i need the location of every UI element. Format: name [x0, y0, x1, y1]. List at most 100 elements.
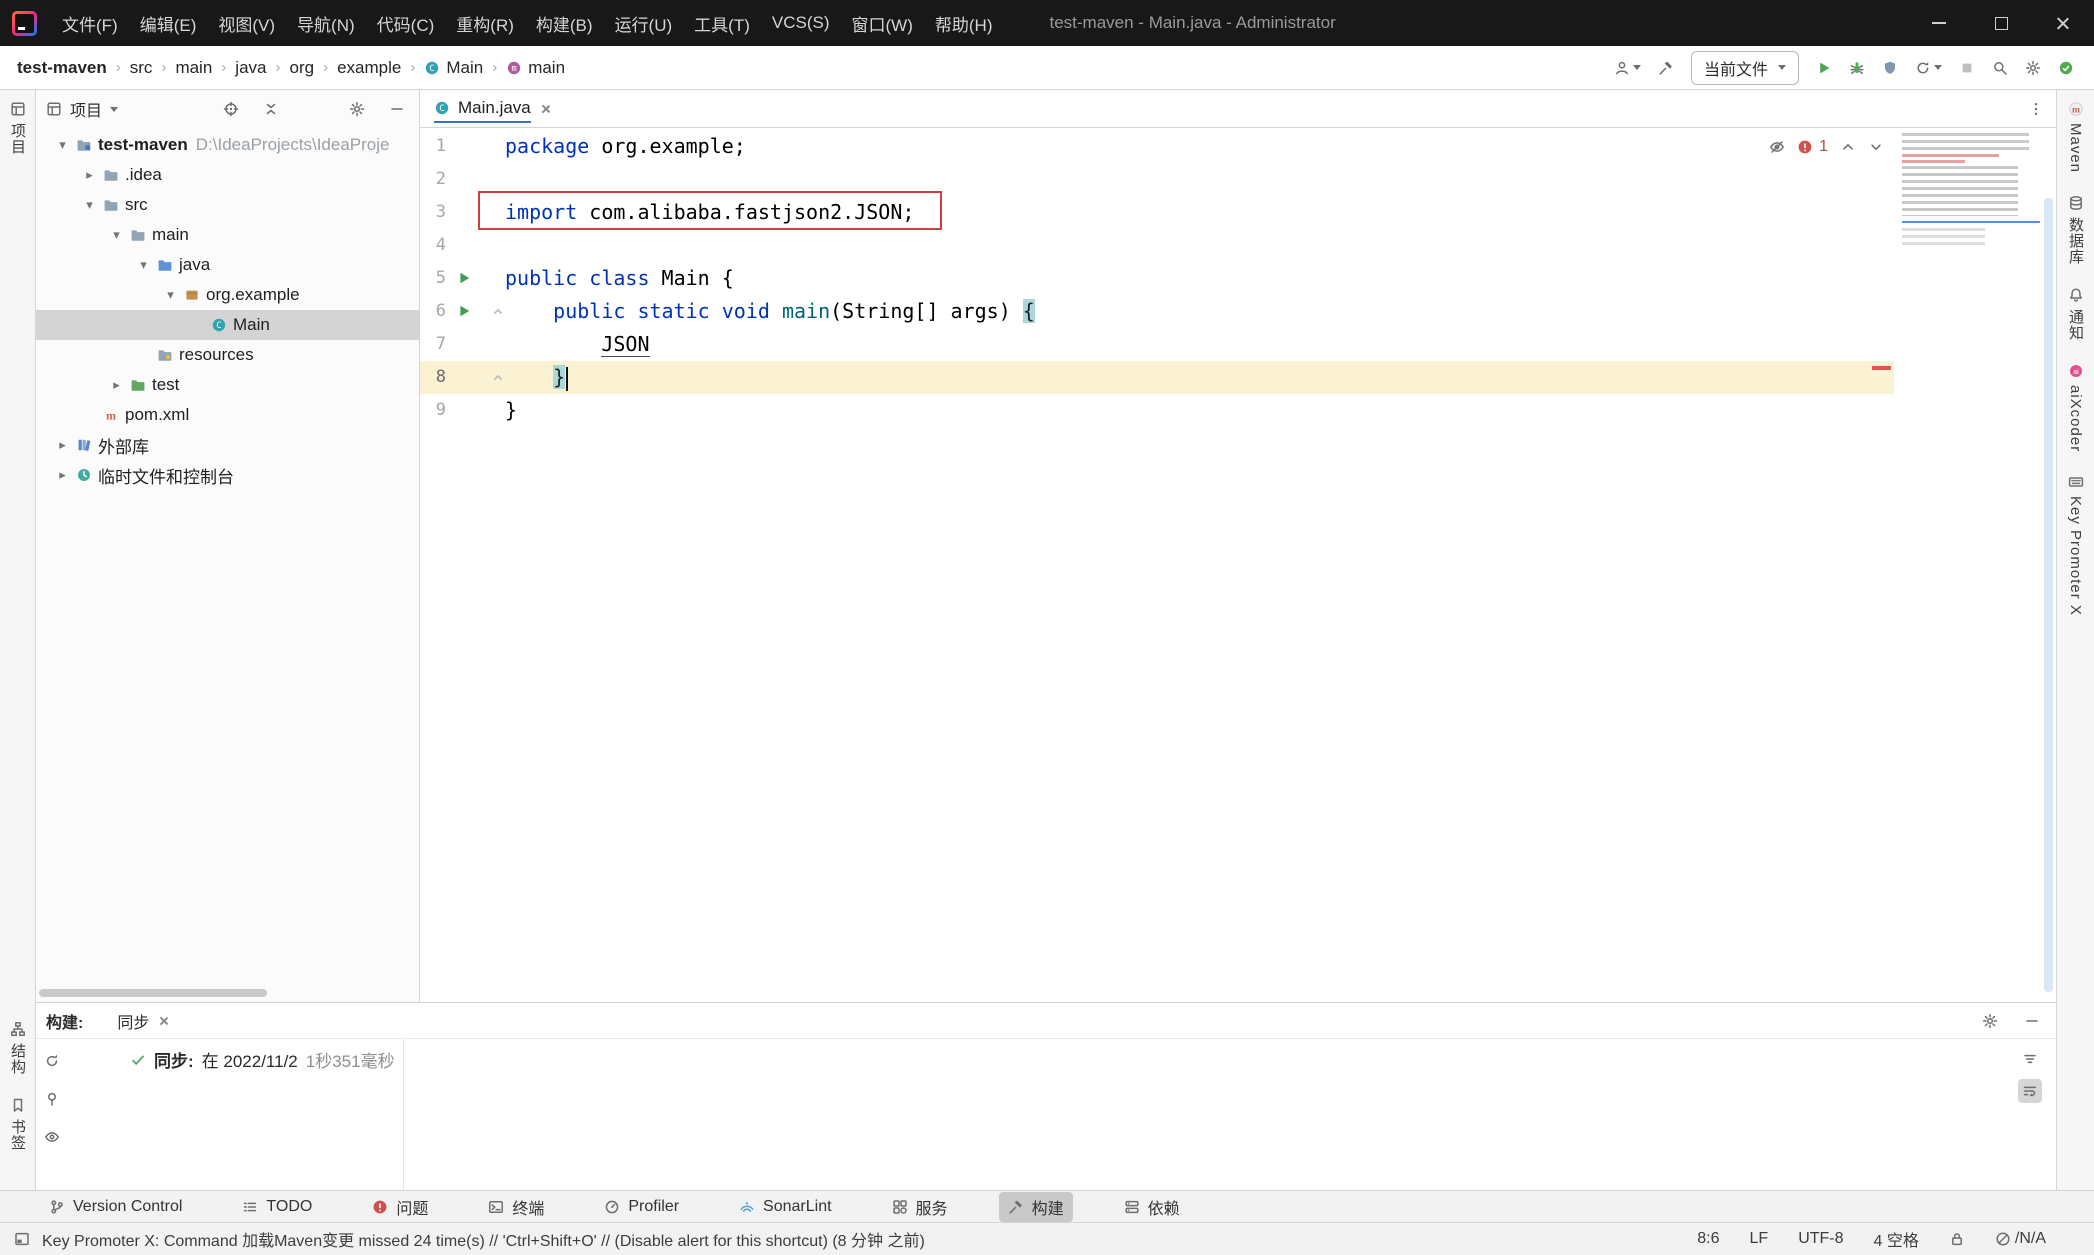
run-button[interactable]	[1816, 60, 1832, 76]
build-project-button[interactable]	[1658, 60, 1674, 76]
editor-scrollbar[interactable]	[2044, 198, 2053, 992]
toolwindow-stripe-结构[interactable]: 结构	[0, 1010, 35, 1086]
error-stripe-mark[interactable]	[1872, 366, 1891, 370]
select-opened-file-button[interactable]	[223, 101, 239, 117]
tab-options-icon[interactable]	[2028, 101, 2056, 117]
collapse-all-button[interactable]	[263, 101, 279, 117]
toolwindow-stripe-Key Promoter X[interactable]: Key Promoter X	[2057, 463, 2094, 627]
stop-button[interactable]	[1959, 60, 1975, 76]
user-menu-button[interactable]	[1614, 60, 1641, 76]
hide-build-panel-icon[interactable]	[2024, 1013, 2040, 1029]
editor-line-6[interactable]: 6 public static void main(String[] args)…	[420, 295, 1894, 328]
breadcrumb-item-main[interactable]: main	[175, 58, 212, 78]
menu-代码(C)[interactable]: 代码(C)	[366, 0, 446, 46]
filter-messages-icon[interactable]	[2022, 1051, 2038, 1067]
horizontal-scrollbar[interactable]	[39, 989, 267, 997]
toolwindow-button-终端[interactable]: 终端	[479, 1192, 553, 1222]
close-tab-icon[interactable]	[540, 103, 552, 115]
maximize-button[interactable]	[1970, 0, 2032, 46]
settings-button[interactable]	[2025, 60, 2041, 76]
tree-chevron-icon[interactable]: ▾	[49, 137, 76, 153]
build-tab-sync[interactable]: 同步	[117, 1009, 170, 1033]
toolwindow-button-SonarLint[interactable]: SonarLint	[730, 1195, 841, 1219]
toolwindow-button-服务[interactable]: 服务	[883, 1192, 957, 1222]
menu-运行(U)[interactable]: 运行(U)	[604, 0, 684, 46]
menu-工具(T)[interactable]: 工具(T)	[683, 0, 761, 46]
breadcrumb-item-example[interactable]: example	[337, 58, 401, 78]
tree-item-外部库[interactable]: ▸外部库	[36, 430, 419, 460]
toolwindow-button-依赖[interactable]: 依赖	[1115, 1192, 1189, 1222]
close-button[interactable]	[2032, 0, 2094, 46]
menu-编辑(E)[interactable]: 编辑(E)	[129, 0, 208, 46]
code-editor[interactable]: 1package org.example;23import com.alibab…	[420, 128, 2056, 1002]
highlighting-level-icon[interactable]	[1769, 139, 1785, 155]
tree-chevron-icon[interactable]: ▸	[103, 377, 130, 393]
editor-line-8[interactable]: 8 }	[420, 361, 1894, 394]
close-tab-icon[interactable]	[158, 1015, 170, 1027]
statusbar-item-8:6[interactable]: 8:6	[1697, 1230, 1719, 1248]
toolwindow-stripe-通知[interactable]: 通知	[2057, 276, 2094, 352]
tree-item-test[interactable]: ▸test	[36, 370, 419, 400]
statusbar-item-4 空格[interactable]: 4 空格	[1874, 1227, 1919, 1251]
fold-icon[interactable]	[490, 304, 506, 320]
statusbar-item-LF[interactable]: LF	[1750, 1230, 1769, 1248]
chevron-down-icon[interactable]	[110, 107, 118, 112]
toolwindow-button-问题[interactable]: 问题	[363, 1192, 437, 1222]
minimap[interactable]	[1902, 133, 2040, 246]
pin-tab-icon[interactable]	[44, 1091, 60, 1107]
toolwindow-stripe-aiXcoder[interactable]: aiaiXcoder	[2057, 352, 2094, 463]
tree-item-pom.xml[interactable]: mpom.xml	[36, 400, 419, 430]
toolwindow-button-构建[interactable]: 构建	[999, 1192, 1073, 1222]
tree-item-Main[interactable]: CMain	[36, 310, 419, 340]
search-everywhere-button[interactable]	[1992, 60, 2008, 76]
menu-重构(R)[interactable]: 重构(R)	[445, 0, 525, 46]
run-configuration-select[interactable]: 当前文件	[1691, 51, 1799, 85]
menu-VCS(S)[interactable]: VCS(S)	[761, 0, 841, 46]
editor-line-3[interactable]: 3import com.alibaba.fastjson2.JSON;	[420, 196, 1894, 229]
menu-文件(F)[interactable]: 文件(F)	[51, 0, 129, 46]
toolwindow-button-TODO[interactable]: TODO	[233, 1195, 321, 1219]
editor-line-5[interactable]: 5public class Main {	[420, 262, 1894, 295]
toolwindow-button-Profiler[interactable]: Profiler	[595, 1195, 688, 1219]
breadcrumb-item-main[interactable]: mmain	[506, 58, 565, 78]
project-tab-label[interactable]: 项目	[70, 97, 102, 121]
build-status-row[interactable]: 同步: 在 2022/11/2 1秒351毫秒	[130, 1047, 395, 1072]
tree-chevron-icon[interactable]: ▾	[157, 287, 184, 303]
tree-chevron-icon[interactable]: ▸	[76, 167, 103, 183]
breadcrumb-item-java[interactable]: java	[235, 58, 266, 78]
statusbar-item-/N/A[interactable]: /N/A	[1995, 1230, 2046, 1248]
editor-line-2[interactable]: 2	[420, 163, 1894, 196]
run-arrow-icon[interactable]	[456, 303, 472, 319]
menu-视图(V)[interactable]: 视图(V)	[207, 0, 286, 46]
hide-tool-window-button[interactable]	[389, 101, 405, 117]
statusbar-item-UTF-8[interactable]: UTF-8	[1798, 1230, 1843, 1248]
editor-line-1[interactable]: 1package org.example;	[420, 130, 1894, 163]
tree-item-test-maven[interactable]: ▾test-mavenD:\IdeaProjects\IdeaProje	[36, 130, 419, 160]
breadcrumb-item-org[interactable]: org	[289, 58, 314, 78]
editor-line-4[interactable]: 4	[420, 229, 1894, 262]
tree-chevron-icon[interactable]: ▾	[103, 227, 130, 243]
soft-wrap-icon[interactable]	[2018, 1079, 2042, 1103]
next-error-button[interactable]	[1868, 139, 1884, 155]
error-indicator[interactable]: 1	[1797, 138, 1828, 156]
menu-窗口(W)[interactable]: 窗口(W)	[841, 0, 924, 46]
tool-window-switcher-icon[interactable]	[14, 1231, 30, 1247]
menu-帮助(H)[interactable]: 帮助(H)	[924, 0, 1004, 46]
toolwindow-stripe-项目[interactable]: 项目	[0, 90, 35, 166]
tree-item-org.example[interactable]: ▾org.example	[36, 280, 419, 310]
tree-item-main[interactable]: ▾main	[36, 220, 419, 250]
rerun-build-icon[interactable]	[44, 1053, 60, 1069]
fold-icon[interactable]	[490, 370, 506, 386]
tree-item-java[interactable]: ▾java	[36, 250, 419, 280]
editor-tab-main-java[interactable]: C Main.java	[422, 90, 564, 127]
toolwindow-button-Version Control[interactable]: Version Control	[40, 1195, 191, 1219]
run-arrow-icon[interactable]	[456, 270, 472, 286]
toolwindow-stripe-Maven[interactable]: mMaven	[2057, 90, 2094, 184]
statusbar-item-lock[interactable]	[1949, 1231, 1965, 1247]
breadcrumb-item-Main[interactable]: CMain	[424, 58, 483, 78]
breadcrumb-item-test-maven[interactable]: test-maven	[17, 58, 107, 78]
tree-item-src[interactable]: ▾src	[36, 190, 419, 220]
project-options-button[interactable]	[349, 101, 365, 117]
status-message[interactable]: Key Promoter X: Command 加载Maven变更 missed…	[42, 1227, 925, 1251]
analysis-status-icon[interactable]	[2058, 60, 2074, 76]
